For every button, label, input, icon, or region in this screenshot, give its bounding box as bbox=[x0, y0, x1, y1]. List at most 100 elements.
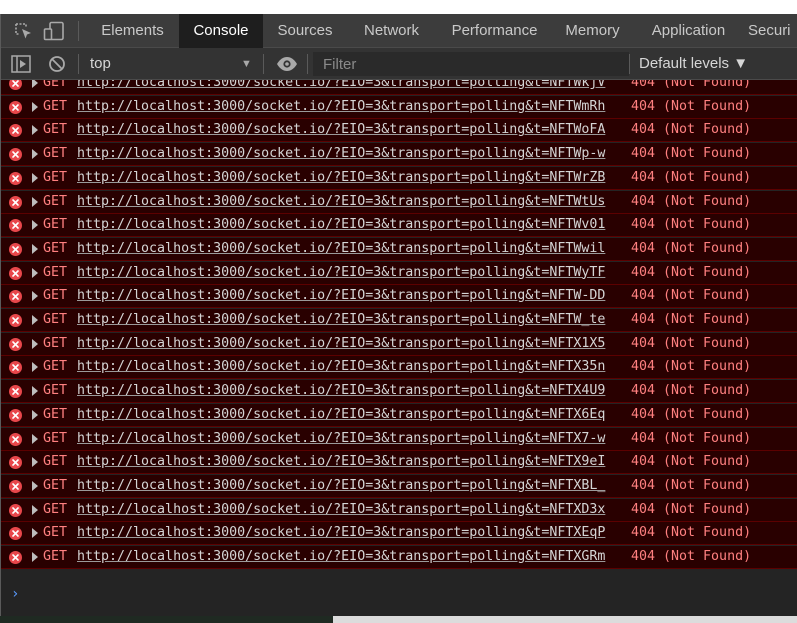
expand-triangle-icon[interactable] bbox=[32, 552, 38, 562]
expand-triangle-icon[interactable] bbox=[32, 338, 38, 349]
status-text: 404 (Not Found) bbox=[631, 454, 752, 470]
log-row[interactable]: GET http://localhost:3000/socket.io/?EIO=… bbox=[1, 546, 797, 569]
request-url-link[interactable]: http://localhost:3000/socket.io/?EIO=3&t… bbox=[77, 262, 605, 284]
error-icon bbox=[9, 503, 22, 517]
tab-sources[interactable]: Sources bbox=[265, 14, 345, 48]
error-icon bbox=[9, 337, 22, 351]
log-row[interactable]: GET http://localhost:3000/socket.io/?EIO=… bbox=[1, 522, 797, 546]
log-row[interactable]: GET http://localhost:3000/socket.io/?EIO=… bbox=[1, 119, 797, 143]
inspect-element-icon[interactable] bbox=[13, 21, 33, 41]
log-row[interactable]: GET http://localhost:3000/socket.io/?EIO=… bbox=[1, 166, 797, 190]
expand-triangle-icon[interactable] bbox=[32, 386, 38, 397]
request-url-link[interactable]: http://localhost:3000/socket.io/?EIO=3&t… bbox=[77, 238, 605, 260]
context-selector[interactable]: top bbox=[90, 48, 111, 80]
log-row[interactable]: GET http://localhost:3000/socket.io/?EIO=… bbox=[1, 285, 797, 309]
expand-triangle-icon[interactable] bbox=[32, 528, 38, 539]
tab-application[interactable]: Application bbox=[636, 14, 741, 48]
expand-triangle-icon[interactable] bbox=[32, 362, 38, 373]
tab-network[interactable]: Network bbox=[349, 14, 434, 48]
error-icon bbox=[9, 314, 22, 327]
expand-triangle-icon[interactable] bbox=[32, 291, 38, 302]
request-url-link[interactable]: http://localhost:3000/socket.io/?EIO=3&t… bbox=[77, 380, 605, 402]
console-prompt[interactable]: › bbox=[1, 584, 797, 616]
log-row[interactable]: GET http://localhost:3000/socket.io/?EIO=… bbox=[1, 95, 797, 119]
tab-console[interactable]: Console bbox=[179, 14, 263, 48]
request-url-link[interactable]: http://localhost:3000/socket.io/?EIO=3&t… bbox=[77, 475, 605, 497]
request-url-link[interactable]: http://localhost:3000/socket.io/?EIO=3&t… bbox=[77, 167, 605, 189]
request-url-link[interactable]: http://localhost:3000/socket.io/?EIO=3&t… bbox=[77, 80, 605, 94]
log-row[interactable]: GET http://localhost:3000/socket.io/?EIO=… bbox=[1, 427, 797, 451]
log-row[interactable]: GET http://localhost:3000/socket.io/?EIO=… bbox=[1, 356, 797, 380]
request-url-link[interactable]: http://localhost:3000/socket.io/?EIO=3&t… bbox=[77, 143, 605, 165]
eye-icon[interactable] bbox=[276, 56, 297, 74]
log-row[interactable]: GET http://localhost:3000/socket.io/?EIO=… bbox=[1, 474, 797, 498]
status-text: 404 (Not Found) bbox=[631, 288, 752, 304]
error-icon bbox=[9, 219, 22, 233]
expand-triangle-icon[interactable] bbox=[32, 409, 38, 420]
log-row[interactable]: GET http://localhost:3000/socket.io/?EIO=… bbox=[1, 80, 797, 95]
log-row[interactable]: GET http://localhost:3000/socket.io/?EIO=… bbox=[1, 214, 797, 238]
log-row[interactable]: GET http://localhost:3000/socket.io/?EIO=… bbox=[1, 143, 797, 167]
clear-console-icon[interactable] bbox=[48, 55, 68, 73]
request-url-link[interactable]: http://localhost:3000/socket.io/?EIO=3&t… bbox=[77, 191, 605, 213]
request-url-link[interactable]: http://localhost:3000/socket.io/?EIO=3&t… bbox=[77, 333, 605, 355]
context-dropdown-caret-icon[interactable]: ▼ bbox=[241, 48, 252, 80]
status-text: 404 (Not Found) bbox=[631, 122, 752, 138]
log-row[interactable]: GET http://localhost:3000/socket.io/?EIO=… bbox=[1, 332, 797, 356]
log-row[interactable]: GET http://localhost:3000/socket.io/?EIO=… bbox=[1, 403, 797, 427]
devtools-tab-bar: Elements Console Sources Network Perform… bbox=[1, 14, 797, 48]
request-url-link[interactable]: http://localhost:3000/socket.io/?EIO=3&t… bbox=[77, 428, 605, 450]
expand-triangle-icon[interactable] bbox=[32, 480, 38, 491]
expand-triangle-icon[interactable] bbox=[32, 101, 38, 112]
tab-elements[interactable]: Elements bbox=[90, 14, 175, 48]
status-text: 404 (Not Found) bbox=[631, 383, 752, 399]
log-row[interactable]: GET http://localhost:3000/socket.io/?EIO=… bbox=[1, 380, 797, 404]
log-row[interactable]: GET http://localhost:3000/socket.io/?EIO=… bbox=[1, 190, 797, 214]
error-icon bbox=[9, 385, 22, 399]
tab-security[interactable]: Securi bbox=[748, 14, 797, 48]
log-row[interactable]: GET http://localhost:3000/socket.io/?EIO=… bbox=[1, 309, 797, 332]
log-row[interactable]: GET http://localhost:3000/socket.io/?EIO=… bbox=[1, 498, 797, 522]
request-url-link[interactable]: http://localhost:3000/socket.io/?EIO=3&t… bbox=[77, 546, 605, 568]
expand-triangle-icon[interactable] bbox=[32, 267, 38, 278]
expand-triangle-icon[interactable] bbox=[32, 125, 38, 136]
request-method: GET bbox=[43, 454, 68, 470]
filter-input[interactable] bbox=[313, 52, 629, 76]
request-url-link[interactable]: http://localhost:3000/socket.io/?EIO=3&t… bbox=[77, 404, 605, 426]
log-row[interactable]: GET http://localhost:3000/socket.io/?EIO=… bbox=[1, 451, 797, 475]
tab-performance[interactable]: Performance bbox=[438, 14, 551, 48]
request-url-link[interactable]: http://localhost:3000/socket.io/?EIO=3&t… bbox=[77, 451, 605, 473]
expand-triangle-icon[interactable] bbox=[32, 80, 38, 88]
error-icon bbox=[9, 242, 22, 256]
request-url-link[interactable]: http://localhost:3000/socket.io/?EIO=3&t… bbox=[77, 119, 605, 141]
request-url-link[interactable]: http://localhost:3000/socket.io/?EIO=3&t… bbox=[77, 499, 605, 521]
log-row[interactable]: GET http://localhost:3000/socket.io/?EIO=… bbox=[1, 237, 797, 261]
expand-triangle-icon[interactable] bbox=[32, 243, 38, 254]
request-url-link[interactable]: http://localhost:3000/socket.io/?EIO=3&t… bbox=[77, 356, 605, 378]
request-url-link[interactable]: http://localhost:3000/socket.io/?EIO=3&t… bbox=[77, 285, 605, 307]
expand-triangle-icon[interactable] bbox=[32, 149, 38, 160]
expand-triangle-icon[interactable] bbox=[32, 433, 38, 444]
device-toggle-icon[interactable] bbox=[43, 21, 64, 41]
expand-triangle-icon[interactable] bbox=[32, 315, 38, 325]
request-url-link[interactable]: http://localhost:3000/socket.io/?EIO=3&t… bbox=[77, 214, 605, 236]
tab-memory[interactable]: Memory bbox=[555, 14, 630, 48]
log-levels-dropdown[interactable]: Default levels ▼ bbox=[639, 48, 748, 80]
status-text: 404 (Not Found) bbox=[631, 80, 752, 90]
expand-triangle-icon[interactable] bbox=[32, 504, 38, 515]
background-strip-right bbox=[333, 616, 797, 623]
status-text: 404 (Not Found) bbox=[631, 146, 752, 162]
request-method: GET bbox=[43, 264, 68, 280]
request-url-link[interactable]: http://localhost:3000/socket.io/?EIO=3&t… bbox=[77, 96, 605, 118]
sidebar-toggle-icon[interactable] bbox=[11, 55, 31, 73]
error-icon bbox=[9, 266, 22, 280]
expand-triangle-icon[interactable] bbox=[32, 172, 38, 183]
expand-triangle-icon[interactable] bbox=[32, 196, 38, 207]
expand-triangle-icon[interactable] bbox=[32, 220, 38, 231]
expand-triangle-icon[interactable] bbox=[32, 457, 38, 468]
error-icon bbox=[9, 551, 22, 564]
request-url-link[interactable]: http://localhost:3000/socket.io/?EIO=3&t… bbox=[77, 309, 605, 331]
request-url-link[interactable]: http://localhost:3000/socket.io/?EIO=3&t… bbox=[77, 522, 605, 544]
log-row[interactable]: GET http://localhost:3000/socket.io/?EIO=… bbox=[1, 261, 797, 285]
status-text: 404 (Not Found) bbox=[631, 430, 752, 446]
